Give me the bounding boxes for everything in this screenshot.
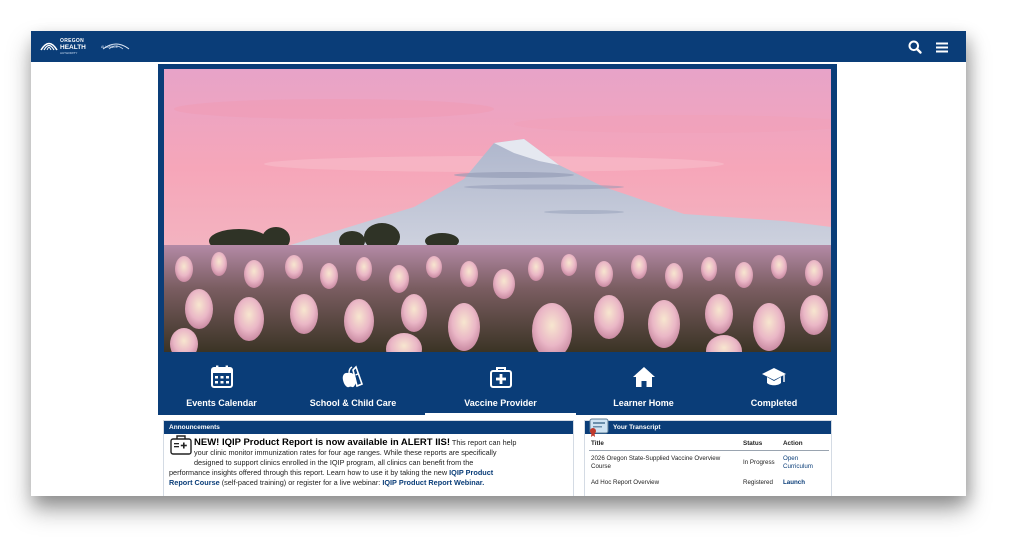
graduation-cap-icon xyxy=(762,368,786,386)
search-icon xyxy=(908,40,922,54)
nav-tile-vaccine-provider[interactable]: Vaccine Provider xyxy=(425,352,576,415)
oha-logo[interactable]: OREGON HEALTH AUTHORITY xyxy=(40,36,96,56)
course-status: In Progress xyxy=(743,459,775,466)
partner-logo-text: ALLIANCE xyxy=(101,45,118,49)
announcement-text: designed to support clinics enrolled in … xyxy=(194,458,474,467)
course-status: Registered xyxy=(743,479,773,486)
announcement-text: (self-paced training) or register for a … xyxy=(219,478,383,487)
search-button[interactable] xyxy=(907,39,923,55)
transcript-title: Your Transcript xyxy=(613,424,661,431)
browser-viewport: OREGON HEALTH AUTHORITY ALLIANCE Events … xyxy=(31,31,966,496)
launch-link[interactable]: Launch xyxy=(781,475,829,491)
home-icon xyxy=(632,367,655,387)
nav-tile-label: Learner Home xyxy=(613,398,674,408)
iqip-course-link[interactable]: IQIP Product xyxy=(449,468,493,477)
announcement-body: NEW! IQIP Product Report is now availabl… xyxy=(164,434,573,488)
table-row: 2026 Oregon State-Supplied Vaccine Overv… xyxy=(589,451,829,476)
school-apple-icon xyxy=(342,365,364,388)
calendar-icon xyxy=(210,365,233,388)
transcript-table: Title Status Action 2026 Oregon State-Su… xyxy=(589,437,829,491)
course-title: 2026 Oregon State-Supplied Vaccine Overv… xyxy=(591,455,721,470)
partner-logo[interactable]: ALLIANCE xyxy=(101,37,131,55)
nav-tile-label: School & Child Care xyxy=(309,398,397,408)
announcement-text: your clinic monitor immunization rates f… xyxy=(194,448,497,457)
announcements-title: Announcements xyxy=(164,421,573,434)
nav-tile-events-calendar[interactable]: Events Calendar xyxy=(158,352,285,415)
nav-tile-completed[interactable]: Completed xyxy=(711,352,837,415)
logo-mountain-icon xyxy=(40,42,58,51)
top-bar: OREGON HEALTH AUTHORITY ALLIANCE xyxy=(31,31,966,62)
nav-tile-label: Vaccine Provider xyxy=(464,398,537,408)
menu-button[interactable] xyxy=(934,39,950,55)
logo-text-main: HEALTH xyxy=(60,44,86,51)
announcements-panel: Announcements NEW! IQIP Product Report i… xyxy=(163,420,574,496)
hero-image xyxy=(164,69,831,353)
transcript-panel: Your Transcript Title Status Action 2026… xyxy=(584,418,832,496)
logo-text-sub: AUTHORITY xyxy=(60,51,78,55)
nav-tile-label: Completed xyxy=(750,398,798,408)
medical-kit-icon xyxy=(489,367,512,388)
hero-banner xyxy=(158,64,837,353)
announcement-text: This report can help xyxy=(450,438,517,447)
nav-tile-label: Events Calendar xyxy=(186,398,257,408)
transcript-table-header: Title Status Action xyxy=(589,437,829,451)
transcript-certificate-icon xyxy=(589,418,609,437)
announcement-headline: NEW! IQIP Product Report is now availabl… xyxy=(194,437,451,448)
nav-tile-school-child-care[interactable]: School & Child Care xyxy=(285,352,421,415)
nav-tile-learner-home[interactable]: Learner Home xyxy=(576,352,711,415)
open-curriculum-link[interactable]: Open Curriculum xyxy=(781,451,829,476)
course-title: Ad Hoc Report Overview xyxy=(591,479,660,486)
iqip-course-link[interactable]: Report Course xyxy=(169,478,220,487)
column-header-action: Action xyxy=(781,437,829,451)
hamburger-menu-icon xyxy=(936,42,948,53)
quick-links-nav: Events Calendar School & Child Care Vacc… xyxy=(158,352,837,415)
column-header-title: Title xyxy=(589,437,741,451)
column-header-status: Status xyxy=(741,437,781,451)
announcement-text: performance insights offered through thi… xyxy=(169,468,450,477)
transcript-header: Your Transcript xyxy=(585,418,831,437)
table-row: Ad Hoc Report Overview Registered Launch xyxy=(589,475,829,491)
iqip-webinar-link[interactable]: IQIP Product Report Webinar. xyxy=(382,478,484,487)
